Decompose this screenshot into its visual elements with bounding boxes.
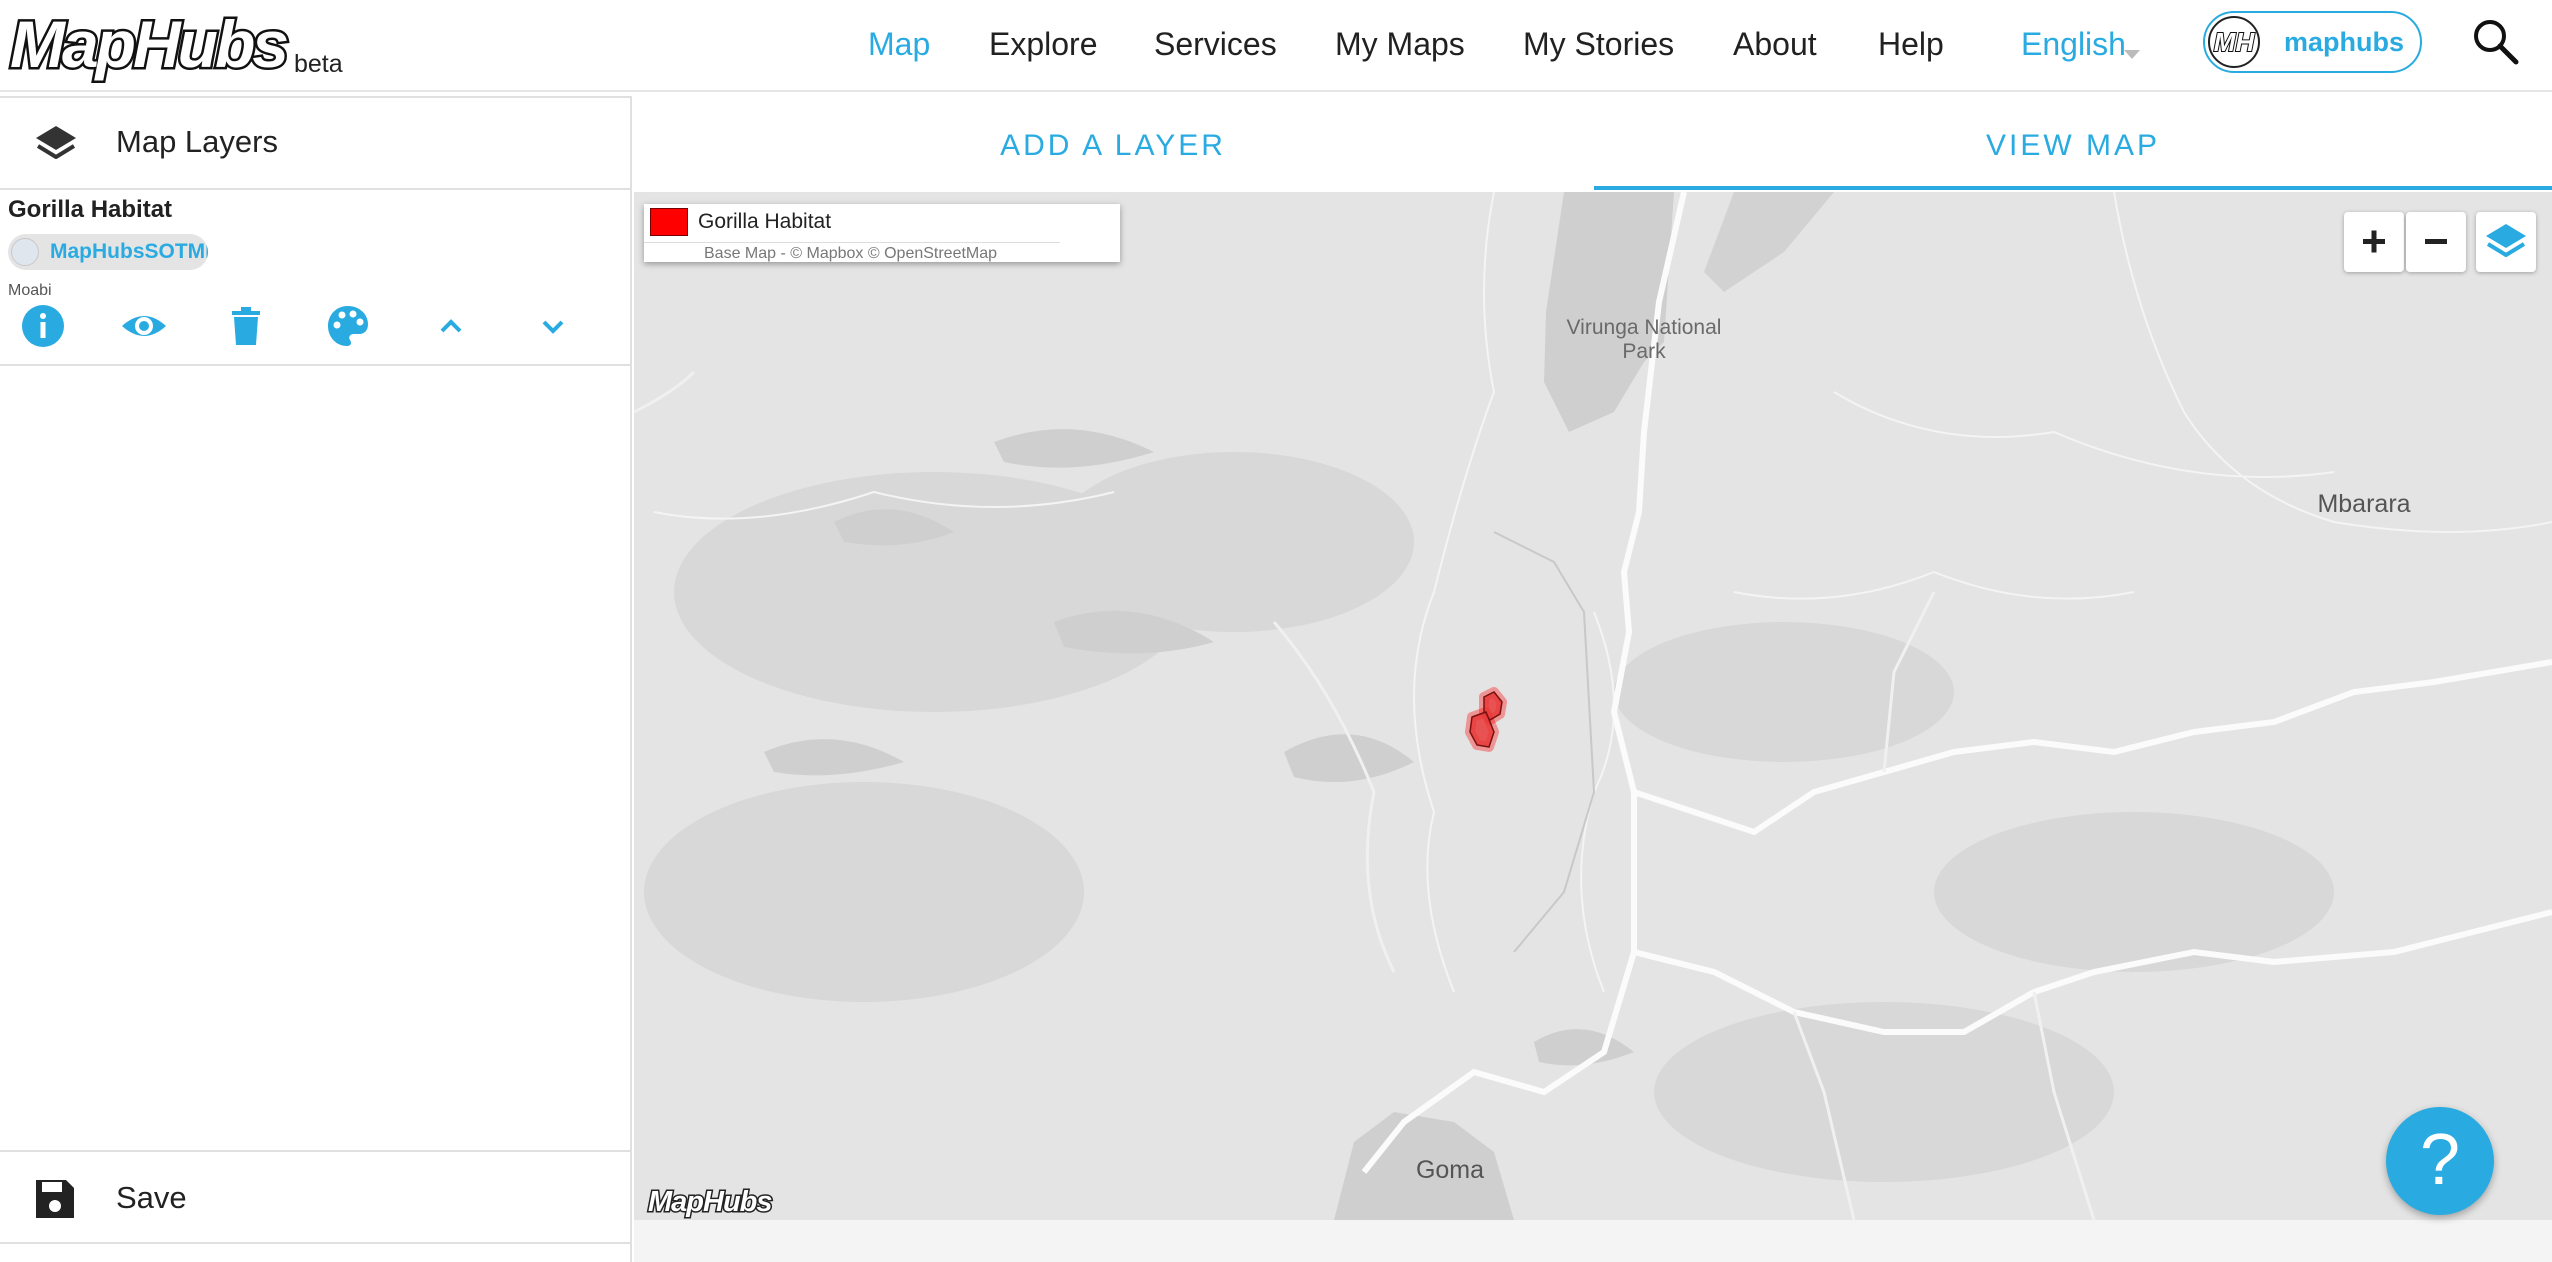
layer-card: Gorilla Habitat MapHubsSOTMI Moabi (0, 192, 630, 366)
zoom-in-icon[interactable] (2344, 212, 2404, 272)
save-label: Save (116, 1180, 187, 1215)
layers-panel: Map Layers Gorilla Habitat MapHubsSOTMI … (0, 96, 632, 1262)
layers-icon[interactable] (2476, 212, 2536, 272)
save-button[interactable]: Save (0, 1150, 630, 1244)
search-icon[interactable] (2470, 16, 2520, 66)
layer-name: Gorilla Habitat (8, 196, 173, 223)
nav-explore[interactable]: Explore (989, 24, 1098, 64)
palette-icon[interactable] (324, 302, 372, 350)
beta-badge: beta (294, 50, 343, 78)
chevron-down-icon (2124, 50, 2140, 59)
user-name: maphubs (2284, 27, 2405, 57)
top-navbar: MapHubs beta Map Explore Services My Map… (0, 0, 2552, 92)
avatar: MH (2208, 16, 2260, 68)
map-canvas[interactable]: Virunga National Park Mbarara Goma Goril… (634, 192, 2552, 1220)
help-button[interactable]: ? (2386, 1107, 2494, 1215)
delete-icon[interactable] (222, 302, 270, 350)
panel-header: Map Layers (0, 96, 630, 190)
move-up-icon[interactable] (427, 302, 475, 350)
user-menu[interactable]: MH maphubs (2203, 11, 2422, 73)
save-icon (34, 1178, 76, 1220)
nav-my-stories[interactable]: My Stories (1523, 24, 1674, 64)
map-label-park: Virunga National Park (1566, 316, 1722, 363)
maphubs-watermark: MapHubs (647, 1185, 774, 1220)
source-avatar (11, 238, 39, 266)
panel-title: Map Layers (116, 124, 278, 159)
maphubs-logo[interactable]: MapHubs (8, 5, 292, 84)
help-icon: ? (2419, 1120, 2461, 1200)
info-icon[interactable] (19, 302, 67, 350)
map-legend: Gorilla Habitat Base Map - © Mapbox © Op… (644, 204, 1120, 262)
source-subtitle: Moabi (8, 282, 52, 299)
nav-map[interactable]: Map (868, 24, 930, 64)
zoom-out-icon[interactable] (2406, 212, 2466, 272)
legend-attribution: Base Map - © Mapbox © OpenStreetMap (644, 242, 1060, 263)
source-name: MapHubsSOTMI (50, 240, 208, 263)
nav-services[interactable]: Services (1154, 24, 1277, 64)
layers-icon (30, 120, 82, 170)
visibility-icon[interactable] (120, 302, 168, 350)
map-label-goma: Goma (1415, 1156, 1485, 1184)
tab-view-map[interactable]: VIEW MAP (1594, 96, 2552, 190)
move-down-icon[interactable] (529, 302, 577, 350)
map-label-mbarara: Mbarara (2317, 490, 2411, 518)
language-selector[interactable]: English (2021, 24, 2126, 64)
tab-add-layer[interactable]: ADD A LAYER (634, 96, 1592, 190)
legend-swatch (650, 208, 688, 236)
footer-strip (634, 1220, 2552, 1262)
legend-layer-name: Gorilla Habitat (698, 210, 832, 233)
nav-help[interactable]: Help (1878, 24, 1944, 64)
nav-about[interactable]: About (1733, 24, 1817, 64)
source-chip[interactable]: MapHubsSOTMI (8, 234, 208, 270)
nav-my-maps[interactable]: My Maps (1335, 24, 1465, 64)
